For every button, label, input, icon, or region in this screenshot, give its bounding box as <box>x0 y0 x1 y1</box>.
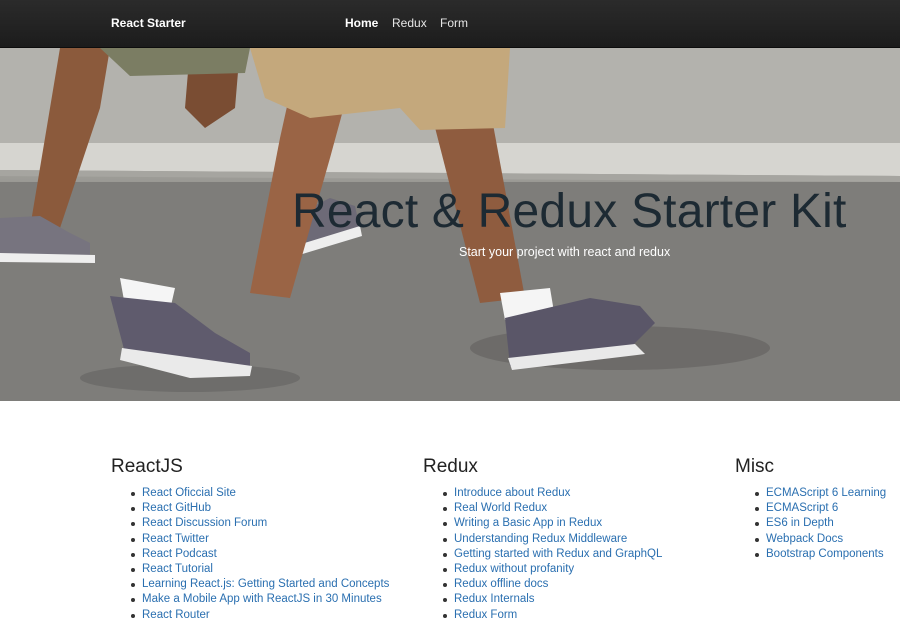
hero-subtitle: Start your project with react and redux <box>459 245 671 259</box>
link-react-discussion-forum[interactable]: React Discussion Forum <box>142 517 267 529</box>
link-react-github[interactable]: React GitHub <box>142 502 211 514</box>
column-heading-misc: Misc <box>735 456 775 477</box>
link-webpack-docs[interactable]: Webpack Docs <box>766 533 843 545</box>
link-redux-without-profanity[interactable]: Redux without profanity <box>454 563 574 575</box>
link-redux-form[interactable]: Redux Form <box>454 609 517 621</box>
link-list-misc: ECMAScript 6 Learning ECMAScript 6 ES6 i… <box>755 486 900 562</box>
link-react-router[interactable]: React Router <box>142 609 210 621</box>
nav-redux-link[interactable]: Redux <box>392 16 427 30</box>
brand-link[interactable]: React Starter <box>111 16 186 30</box>
list-item: React Podcast <box>131 547 411 562</box>
list-item: ES6 in Depth <box>755 516 900 531</box>
list-item: Getting started with Redux and GraphQL <box>443 547 723 562</box>
nav-form-link[interactable]: Form <box>440 16 468 30</box>
link-list-redux: Introduce about Redux Real World Redux W… <box>443 486 723 623</box>
link-bootstrap-components[interactable]: Bootstrap Components <box>766 548 884 560</box>
link-redux-graphql[interactable]: Getting started with Redux and GraphQL <box>454 548 662 560</box>
list-item: React Oficcial Site <box>131 486 411 501</box>
list-item: Redux Form <box>443 608 723 623</box>
list-item: Learning React.js: Getting Started and C… <box>131 577 411 592</box>
link-redux-offline-docs[interactable]: Redux offline docs <box>454 578 548 590</box>
list-item: React Twitter <box>131 532 411 547</box>
list-item: Introduce about Redux <box>443 486 723 501</box>
top-navbar: React Starter Home Redux Form <box>0 0 900 48</box>
list-item: Bootstrap Components <box>755 547 900 562</box>
column-reactjs: ReactJS React Oficcial Site React GitHub… <box>111 456 411 623</box>
list-item: React Router <box>131 608 411 623</box>
hero-banner: React & Redux Starter Kit Start your pro… <box>0 48 900 401</box>
list-item: React Tutorial <box>131 562 411 577</box>
link-es6-in-depth[interactable]: ES6 in Depth <box>766 517 834 529</box>
link-mobile-app-reactjs[interactable]: Make a Mobile App with ReactJS in 30 Min… <box>142 593 382 605</box>
link-react-podcast[interactable]: React Podcast <box>142 548 217 560</box>
list-item: Understanding Redux Middleware <box>443 532 723 547</box>
link-react-official-site[interactable]: React Oficcial Site <box>142 487 236 499</box>
list-item: ECMAScript 6 Learning <box>755 486 900 501</box>
list-item: ECMAScript 6 <box>755 501 900 516</box>
list-item: Redux without profanity <box>443 562 723 577</box>
list-item: Real World Redux <box>443 501 723 516</box>
column-heading-redux: Redux <box>423 456 478 477</box>
list-item: Make a Mobile App with ReactJS in 30 Min… <box>131 592 411 607</box>
link-react-tutorial[interactable]: React Tutorial <box>142 563 213 575</box>
list-item: Writing a Basic App in Redux <box>443 516 723 531</box>
link-introduce-redux[interactable]: Introduce about Redux <box>454 487 570 499</box>
link-list-reactjs: React Oficcial Site React GitHub React D… <box>131 486 411 623</box>
link-redux-middleware[interactable]: Understanding Redux Middleware <box>454 533 627 545</box>
link-redux-internals[interactable]: Redux Internals <box>454 593 535 605</box>
link-real-world-redux[interactable]: Real World Redux <box>454 502 547 514</box>
column-misc: Misc ECMAScript 6 Learning ECMAScript 6 … <box>735 456 900 562</box>
link-ecmascript6-learning[interactable]: ECMAScript 6 Learning <box>766 487 886 499</box>
list-item: React Discussion Forum <box>131 516 411 531</box>
list-item: React GitHub <box>131 501 411 516</box>
link-learning-reactjs[interactable]: Learning React.js: Getting Started and C… <box>142 578 389 590</box>
list-item: Redux offline docs <box>443 577 723 592</box>
nav-home-link[interactable]: Home <box>345 16 378 30</box>
link-basic-app-redux[interactable]: Writing a Basic App in Redux <box>454 517 602 529</box>
link-react-twitter[interactable]: React Twitter <box>142 533 209 545</box>
list-item: Redux Internals <box>443 592 723 607</box>
link-ecmascript6[interactable]: ECMAScript 6 <box>766 502 838 514</box>
hero-title: React & Redux Starter Kit <box>292 185 847 238</box>
column-heading-reactjs: ReactJS <box>111 456 183 477</box>
column-redux: Redux Introduce about Redux Real World R… <box>423 456 723 623</box>
list-item: Webpack Docs <box>755 532 900 547</box>
